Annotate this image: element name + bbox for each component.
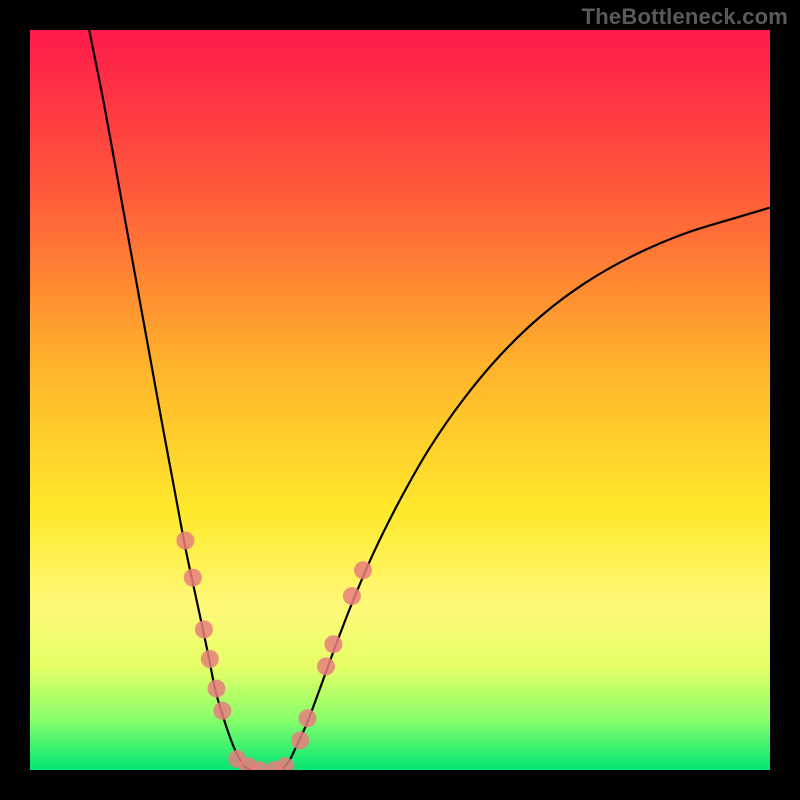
scatter-dot [184, 569, 202, 587]
scatter-dot [324, 635, 342, 653]
scatter-dot [176, 532, 194, 550]
watermark-text: TheBottleneck.com [582, 4, 788, 30]
gradient-background [30, 30, 770, 770]
scatter-dot [317, 657, 335, 675]
scatter-dot [213, 702, 231, 720]
chart-svg [30, 30, 770, 770]
scatter-dot [291, 731, 309, 749]
scatter-dot [195, 620, 213, 638]
scatter-dot [299, 709, 317, 727]
scatter-dot [201, 650, 219, 668]
scatter-dot [343, 587, 361, 605]
plot-area [30, 30, 770, 770]
scatter-dot [354, 561, 372, 579]
chart-frame: TheBottleneck.com [0, 0, 800, 800]
scatter-dot [207, 680, 225, 698]
